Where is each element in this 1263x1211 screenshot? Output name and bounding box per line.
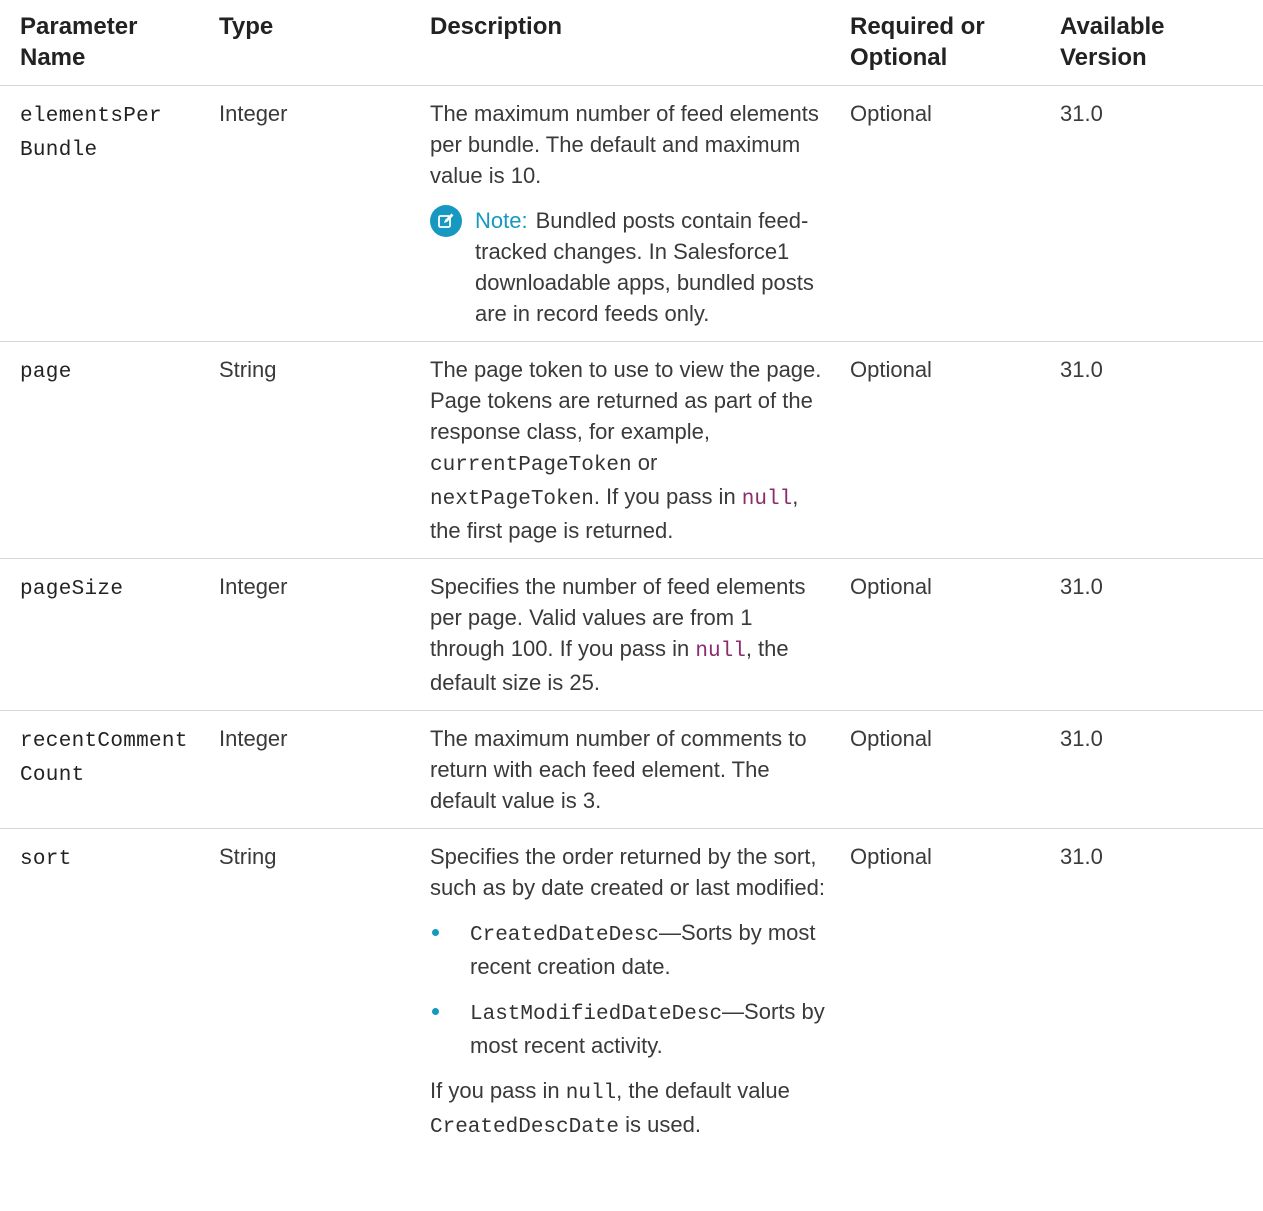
param-name-cell: elementsPer Bundle [0,85,209,342]
table-row: pageSize Integer Specifies the number of… [0,558,1263,711]
param-name-cell: sort [0,829,209,1156]
param-type: Integer [209,710,420,829]
description-text: Specifies the order returned by the sort… [430,844,825,900]
code-null: null [695,640,746,663]
param-version: 31.0 [1050,558,1263,711]
param-description: The page token to use to view the page. … [420,341,840,559]
param-type: String [219,844,277,869]
param-name: sort [20,848,72,871]
sort-options-list: CreatedDateDesc—Sorts by most recent cre… [430,917,830,1061]
param-version: 31.0 [1050,710,1263,829]
description-text: . If you pass in [593,484,742,509]
param-type: String [209,341,420,559]
table-row: recentComment Count Integer The maximum … [0,710,1263,829]
description-text: or [631,450,658,475]
param-name-part: elementsPer [20,105,162,128]
param-name-cell: recentComment Count [0,710,209,829]
code-default: CreatedDescDate [430,1116,620,1139]
description-text: is used. [619,1112,701,1137]
table-row: page String The page token to use to vie… [0,341,1263,559]
description-text: If you pass in [430,1078,566,1103]
param-name-part: Bundle [20,139,98,162]
param-required: Optional [840,710,1050,829]
code-next-page-token: nextPageToken [430,488,594,511]
code-current-page-token: currentPageToken [430,454,632,477]
header-required: Required or Optional [840,0,1050,86]
param-required: Optional [840,341,1050,559]
table-row: sort String Specifies the order returned… [0,829,1263,1156]
param-version: 31.0 [1060,844,1103,869]
table-row: elementsPer Bundle Integer The maximum n… [0,85,1263,342]
param-version: 31.0 [1050,85,1263,342]
param-name-part: Count [20,764,85,787]
header-version: Available Version [1050,0,1263,86]
list-item: LastModifiedDateDesc—Sorts by most recen… [430,996,830,1061]
param-name-cell: pageSize [0,558,209,711]
param-required: Optional [850,844,932,869]
param-name-cell: page [0,341,209,559]
code-null: null [741,488,793,511]
param-description: Specifies the number of feed elements pe… [420,558,840,711]
header-type: Type [209,0,420,86]
option-code: CreatedDateDesc [470,924,660,947]
param-name: page [20,361,72,384]
header-parameter-name: Parameter Name [0,0,209,86]
code-null: null [565,1082,617,1105]
param-required: Optional [840,85,1050,342]
table-header-row: Parameter Name Type Description Required… [0,0,1263,86]
list-item: CreatedDateDesc—Sorts by most recent cre… [430,917,830,982]
param-name: pageSize [20,578,124,601]
note-label: Note: [475,208,528,233]
edit-note-icon [430,205,462,237]
param-description: The maximum number of comments to return… [420,710,840,829]
param-version: 31.0 [1050,341,1263,559]
note-block: Note: Bundled posts contain feed-tracked … [430,205,830,329]
description-text: , the default value [616,1078,790,1103]
option-code: LastModifiedDateDesc [470,1003,723,1026]
param-name-part: recentComment [20,730,188,753]
parameters-table: Parameter Name Type Description Required… [0,0,1263,1155]
param-type: Integer [209,558,420,711]
param-required: Optional [840,558,1050,711]
description-text: The maximum number of comments to return… [430,726,807,813]
description-text: The maximum number of feed elements per … [430,101,819,188]
description-text: The page token to use to view the page. … [430,357,822,444]
param-description: The maximum number of feed elements per … [420,85,840,342]
param-type: Integer [209,85,420,342]
header-description: Description [420,0,840,86]
param-description: Specifies the order returned by the sort… [420,829,840,1156]
